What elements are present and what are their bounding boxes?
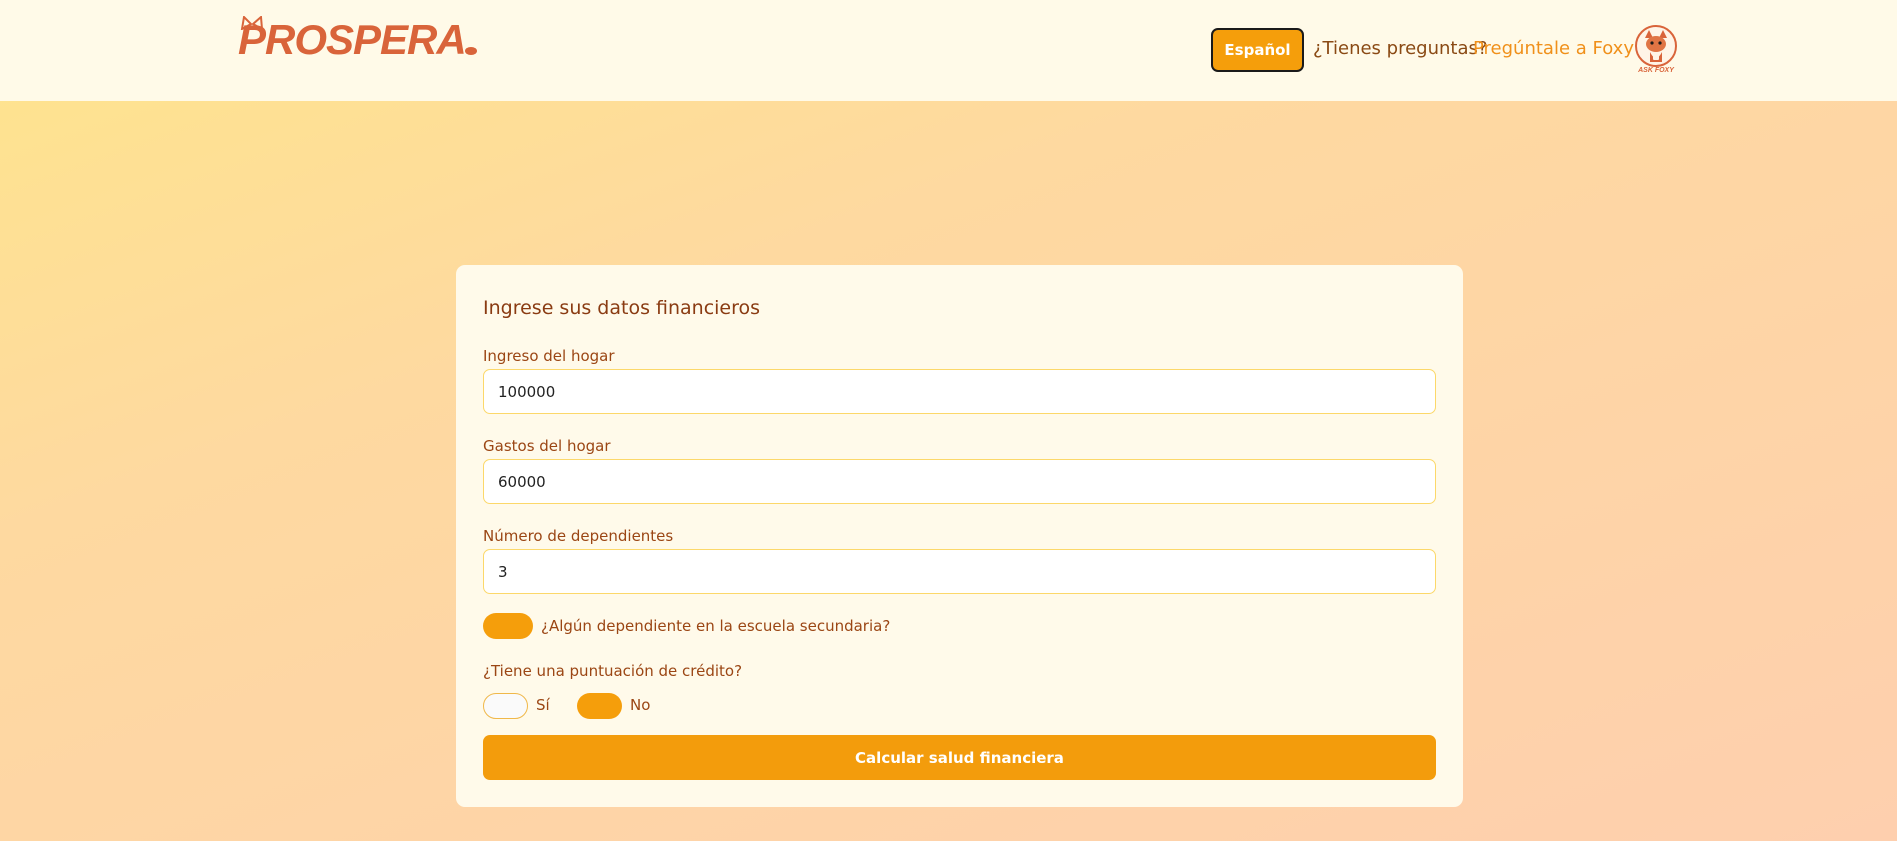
foxy-avatar-button[interactable]: ASK FOXY — [1632, 24, 1680, 76]
credit-score-question: ¿Tiene una puntuación de crédito? — [483, 662, 743, 680]
language-button[interactable]: Español — [1211, 28, 1304, 72]
dependents-value: 3 — [498, 562, 508, 581]
top-header: PROSPERA Español ¿Tienes preguntas? Preg… — [0, 0, 1897, 101]
financial-form-card: Ingrese sus datos financieros Ingreso de… — [456, 265, 1463, 807]
foxy-badge-text: ASK FOXY — [1638, 67, 1674, 74]
prospera-logo[interactable]: PROSPERA — [238, 16, 477, 63]
credit-score-no-label: No — [630, 696, 651, 714]
secondary-school-toggle[interactable] — [483, 613, 533, 639]
credit-score-no-toggle[interactable] — [577, 693, 622, 719]
dependents-label: Número de dependientes — [483, 527, 674, 545]
expenses-value: 60000 — [498, 472, 546, 491]
questions-text: ¿Tienes preguntas? — [1313, 38, 1488, 59]
secondary-school-label: ¿Algún dependiente en la escuela secunda… — [541, 617, 891, 635]
fox-tail-icon — [464, 47, 477, 55]
logo-text: PROSPERA — [238, 16, 467, 63]
calculate-button[interactable]: Calcular salud financiera — [483, 735, 1436, 780]
dependents-input[interactable]: 3 — [483, 549, 1436, 594]
income-input[interactable]: 100000 — [483, 369, 1436, 414]
credit-score-yes-label: Sí — [536, 696, 550, 714]
form-title: Ingrese sus datos financieros — [483, 297, 761, 319]
credit-score-yes-toggle[interactable] — [483, 693, 528, 719]
expenses-label: Gastos del hogar — [483, 437, 611, 455]
income-value: 100000 — [498, 382, 556, 401]
income-label: Ingreso del hogar — [483, 347, 615, 365]
expenses-input[interactable]: 60000 — [483, 459, 1436, 504]
ask-foxy-link[interactable]: Pregúntale a Foxy! — [1473, 38, 1641, 59]
fox-ears-icon — [240, 16, 264, 30]
